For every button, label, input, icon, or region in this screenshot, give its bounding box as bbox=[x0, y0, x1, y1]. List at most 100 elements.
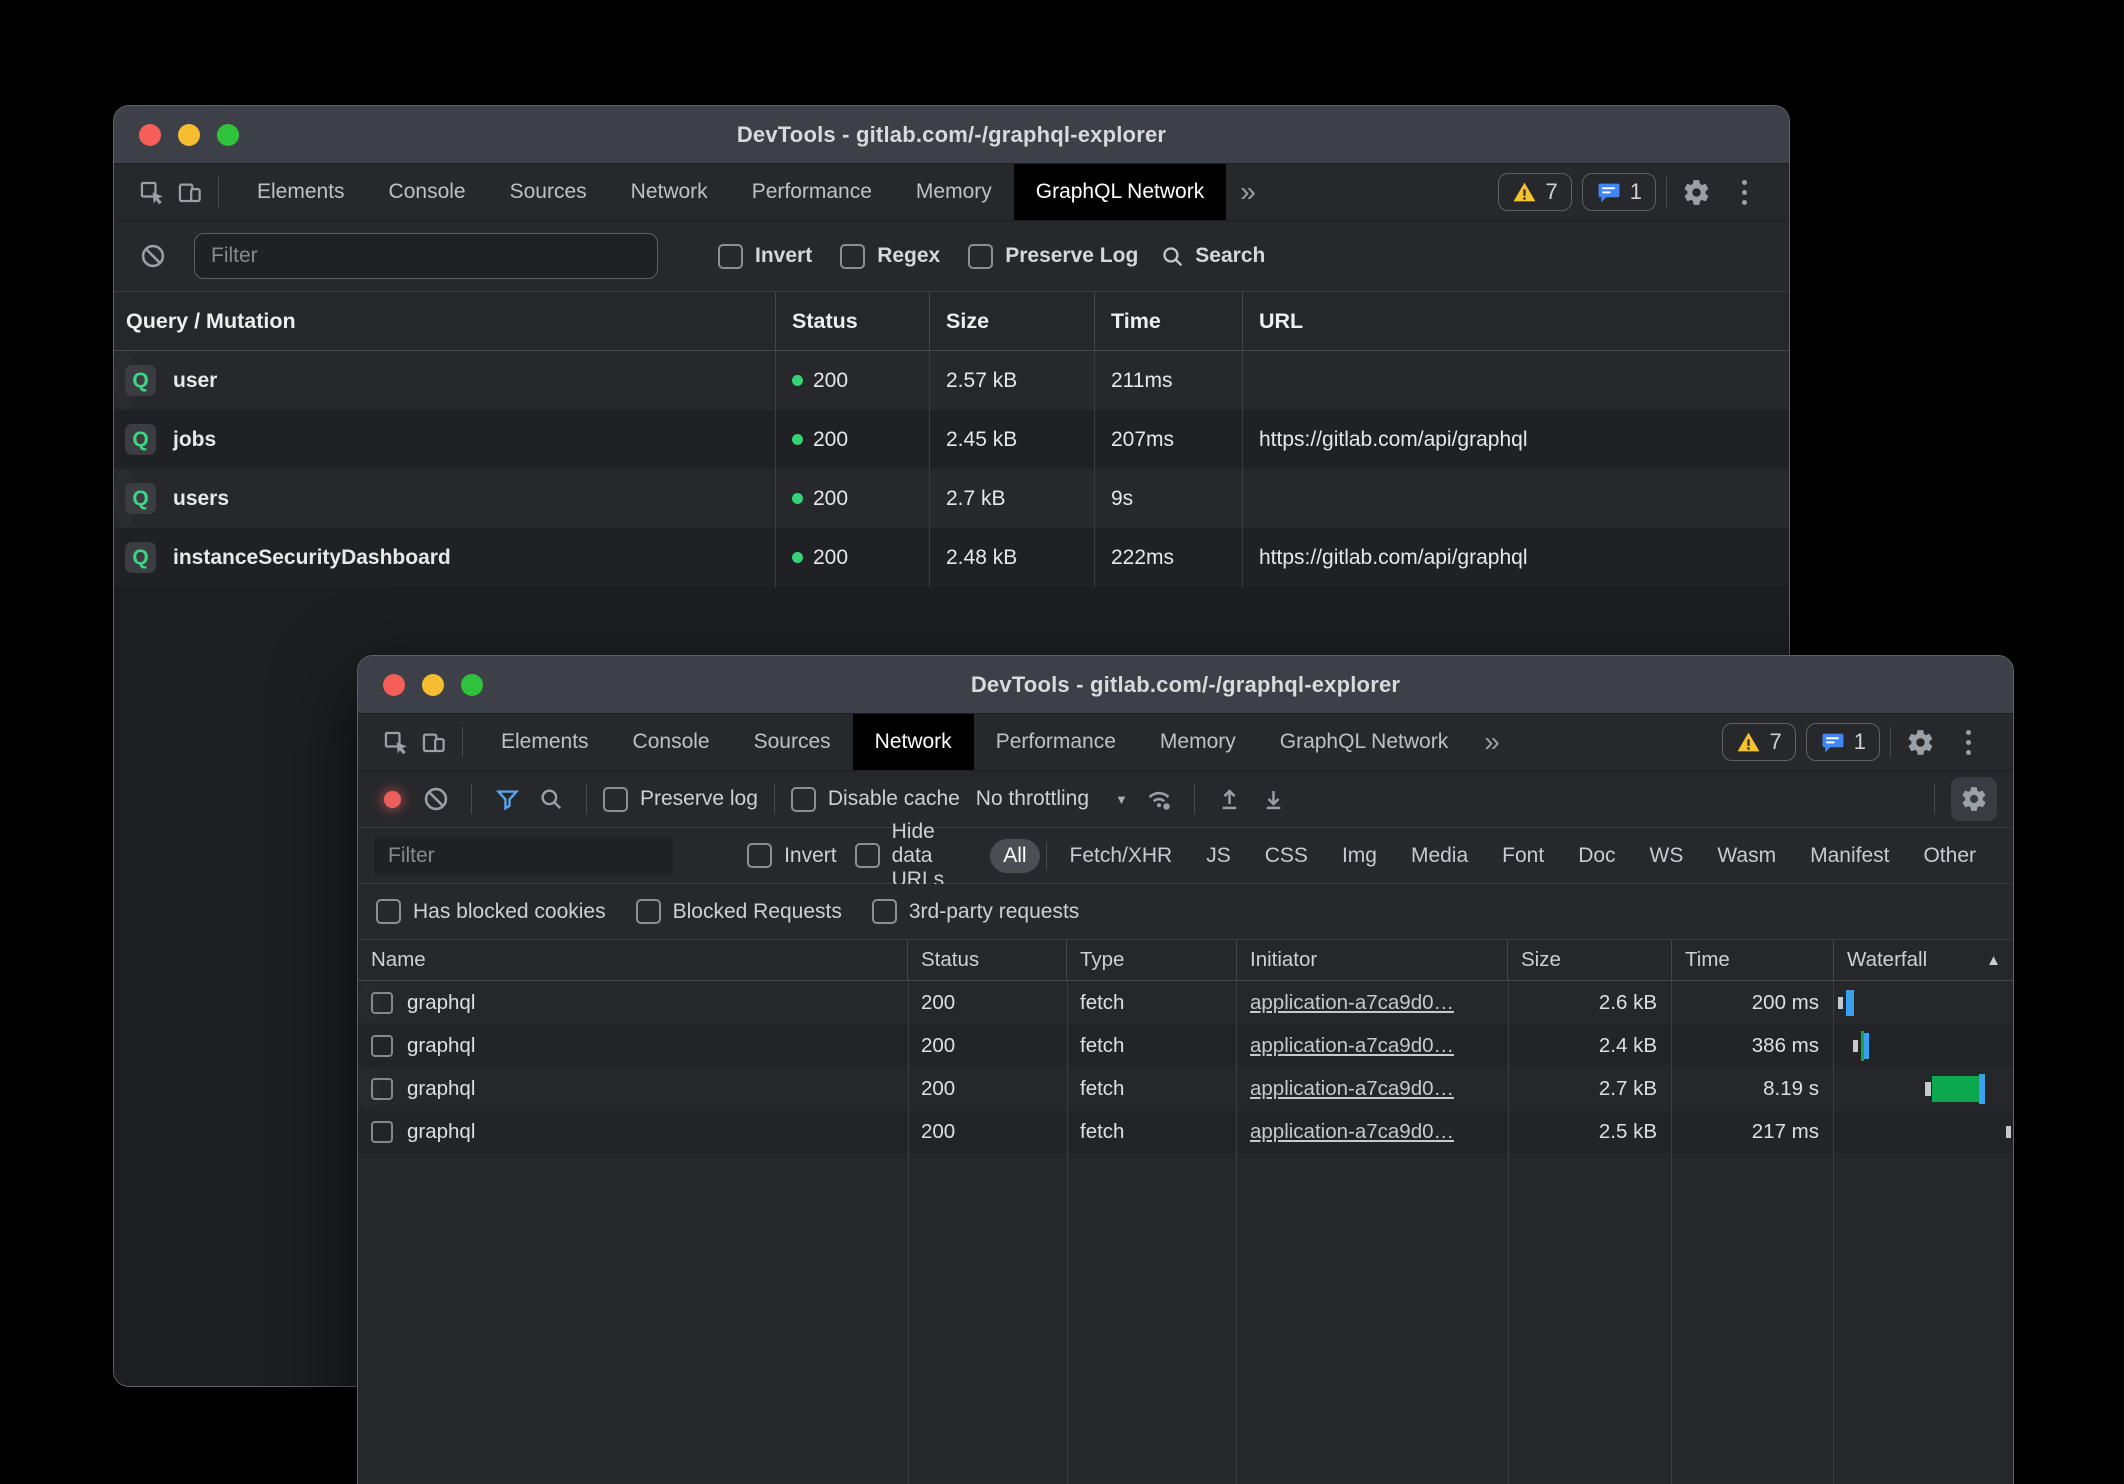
more-options-icon[interactable] bbox=[1939, 723, 1997, 761]
warnings-badge[interactable]: 7 bbox=[1498, 173, 1572, 211]
tab-memory[interactable]: Memory bbox=[1138, 714, 1258, 770]
filter-input[interactable] bbox=[194, 233, 658, 279]
filter-chip-doc[interactable]: Doc bbox=[1565, 839, 1628, 873]
tab-elements[interactable]: Elements bbox=[235, 164, 367, 220]
graphql-request-row[interactable]: QinstanceSecurityDashboard2002.48 kB222m… bbox=[114, 528, 1789, 587]
record-network-log-button[interactable] bbox=[384, 791, 401, 808]
more-tabs-icon[interactable]: » bbox=[1470, 728, 1514, 756]
preserve-log-checkbox[interactable]: Preserve log bbox=[603, 787, 758, 812]
minimize-button[interactable] bbox=[178, 124, 200, 146]
minimize-button[interactable] bbox=[422, 674, 444, 696]
graphql-request-row[interactable]: Qusers2002.7 kB9shttps://gitlab.com/api/… bbox=[114, 469, 136, 528]
column-header-url[interactable]: URL bbox=[1243, 292, 1789, 350]
warnings-badge[interactable]: 7 bbox=[1722, 723, 1796, 761]
invert-checkbox[interactable]: Invert bbox=[718, 244, 812, 269]
graphql-request-row[interactable]: Quser2002.57 kB211mshttps://gitlab.com/a… bbox=[114, 351, 136, 410]
graphql-request-row[interactable]: Qjobs2002.45 kB207mshttps://gitlab.com/a… bbox=[114, 410, 1789, 469]
filter-chip-ws[interactable]: WS bbox=[1637, 839, 1697, 873]
inspect-element-icon[interactable] bbox=[132, 173, 170, 211]
network-request-row[interactable]: graphql200fetchapplication-a7ca9d0…2.7 k… bbox=[358, 1067, 380, 1110]
initiator-link[interactable]: application-a7ca9d0… bbox=[1250, 1120, 1454, 1144]
maximize-button[interactable] bbox=[217, 124, 239, 146]
has-blocked-cookies-checkbox[interactable]: Has blocked cookies bbox=[376, 899, 606, 924]
clear-icon[interactable] bbox=[417, 780, 455, 818]
initiator-link[interactable]: application-a7ca9d0… bbox=[1250, 991, 1454, 1015]
tab-sources[interactable]: Sources bbox=[732, 714, 853, 770]
inspect-element-icon[interactable] bbox=[376, 723, 414, 761]
network-request-row[interactable]: graphql200fetchapplication-a7ca9d0…2.5 k… bbox=[358, 1110, 2013, 1153]
filter-chip-font[interactable]: Font bbox=[1489, 839, 1557, 873]
filter-funnel-icon[interactable] bbox=[488, 780, 526, 818]
initiator-link[interactable]: application-a7ca9d0… bbox=[1250, 1077, 1454, 1101]
tab-performance[interactable]: Performance bbox=[974, 714, 1138, 770]
throttling-dropdown[interactable]: No throttling ▼ bbox=[966, 787, 1134, 811]
filter-chip-fetch-xhr[interactable]: Fetch/XHR bbox=[1057, 839, 1186, 873]
tab-performance[interactable]: Performance bbox=[730, 164, 894, 220]
request-checkbox[interactable] bbox=[371, 1078, 393, 1100]
filter-chip-media[interactable]: Media bbox=[1398, 839, 1481, 873]
initiator-link[interactable]: application-a7ca9d0… bbox=[1250, 1034, 1454, 1058]
column-header-status[interactable]: Status bbox=[776, 292, 930, 350]
search-icon[interactable] bbox=[532, 780, 570, 818]
preserve-log-checkbox[interactable]: Preserve Log bbox=[968, 244, 1138, 269]
export-har-icon[interactable] bbox=[1255, 780, 1293, 818]
clear-icon[interactable] bbox=[134, 237, 172, 275]
column-header-initiator[interactable]: Initiator bbox=[1237, 940, 1508, 980]
messages-badge[interactable]: 1 bbox=[1806, 723, 1880, 761]
invert-checkbox[interactable]: Invert bbox=[747, 843, 837, 868]
network-request-row[interactable]: graphql200fetchapplication-a7ca9d0…2.6 k… bbox=[358, 981, 380, 1024]
more-options-icon[interactable] bbox=[1715, 173, 1773, 211]
column-header-name[interactable]: Name bbox=[358, 940, 908, 980]
tab-graphql-network[interactable]: GraphQL Network bbox=[1014, 164, 1226, 220]
tab-memory[interactable]: Memory bbox=[894, 164, 1014, 220]
hide-data-urls-checkbox[interactable]: Hide data URLs bbox=[855, 820, 973, 892]
filter-chip-other[interactable]: Other bbox=[1910, 839, 1989, 873]
device-toolbar-icon[interactable] bbox=[414, 723, 452, 761]
filter-chip-manifest[interactable]: Manifest bbox=[1797, 839, 1902, 873]
tab-network[interactable]: Network bbox=[853, 714, 974, 770]
settings-gear-icon[interactable] bbox=[1677, 173, 1715, 211]
regex-checkbox[interactable]: Regex bbox=[840, 244, 940, 269]
tab-network[interactable]: Network bbox=[609, 164, 730, 220]
request-checkbox[interactable] bbox=[371, 992, 393, 1014]
close-button[interactable] bbox=[139, 124, 161, 146]
column-header-type[interactable]: Type bbox=[1067, 940, 1237, 980]
tab-console[interactable]: Console bbox=[367, 164, 488, 220]
filter-chip-img[interactable]: Img bbox=[1329, 839, 1390, 873]
settings-gear-icon[interactable] bbox=[1901, 723, 1939, 761]
more-tabs-icon[interactable]: » bbox=[1226, 178, 1270, 206]
column-header-size[interactable]: Size bbox=[930, 292, 1095, 350]
network-request-row[interactable]: graphql200fetchapplication-a7ca9d0…2.4 k… bbox=[358, 1024, 2013, 1067]
messages-badge[interactable]: 1 bbox=[1582, 173, 1656, 211]
request-checkbox[interactable] bbox=[371, 1121, 393, 1143]
column-header-time[interactable]: Time bbox=[1672, 940, 1834, 980]
blocked-requests-checkbox[interactable]: Blocked Requests bbox=[636, 899, 842, 924]
filter-chip-css[interactable]: CSS bbox=[1252, 839, 1321, 873]
search-control[interactable]: Search bbox=[1160, 244, 1265, 269]
close-button[interactable] bbox=[383, 674, 405, 696]
import-har-icon[interactable] bbox=[1211, 780, 1249, 818]
filter-chip-all[interactable]: All bbox=[990, 839, 1039, 873]
column-header-time[interactable]: Time bbox=[1095, 292, 1243, 350]
column-header-size[interactable]: Size bbox=[1508, 940, 1672, 980]
tab-sources[interactable]: Sources bbox=[488, 164, 609, 220]
column-header-query-mutation[interactable]: Query / Mutation bbox=[114, 292, 776, 350]
checkbox-box bbox=[855, 843, 880, 868]
maximize-button[interactable] bbox=[461, 674, 483, 696]
3rd-party-requests-checkbox[interactable]: 3rd-party requests bbox=[872, 899, 1079, 924]
disable-cache-checkbox[interactable]: Disable cache bbox=[791, 787, 960, 812]
request-checkbox[interactable] bbox=[371, 1035, 393, 1057]
filter-input[interactable] bbox=[374, 837, 673, 875]
tab-elements[interactable]: Elements bbox=[479, 714, 611, 770]
tab-graphql-network[interactable]: GraphQL Network bbox=[1258, 714, 1470, 770]
filter-chip-wasm[interactable]: Wasm bbox=[1704, 839, 1789, 873]
tab-console[interactable]: Console bbox=[611, 714, 732, 770]
network-settings-gear-icon[interactable] bbox=[1951, 777, 1997, 821]
network-conditions-icon[interactable] bbox=[1140, 780, 1178, 818]
column-header-waterfall[interactable]: Waterfall▲ bbox=[1834, 940, 2013, 980]
titlebar[interactable]: DevTools - gitlab.com/-/graphql-explorer bbox=[114, 106, 1789, 164]
device-toolbar-icon[interactable] bbox=[170, 173, 208, 211]
filter-chip-js[interactable]: JS bbox=[1193, 839, 1244, 873]
titlebar[interactable]: DevTools - gitlab.com/-/graphql-explorer bbox=[358, 656, 2013, 714]
column-header-status[interactable]: Status bbox=[908, 940, 1067, 980]
